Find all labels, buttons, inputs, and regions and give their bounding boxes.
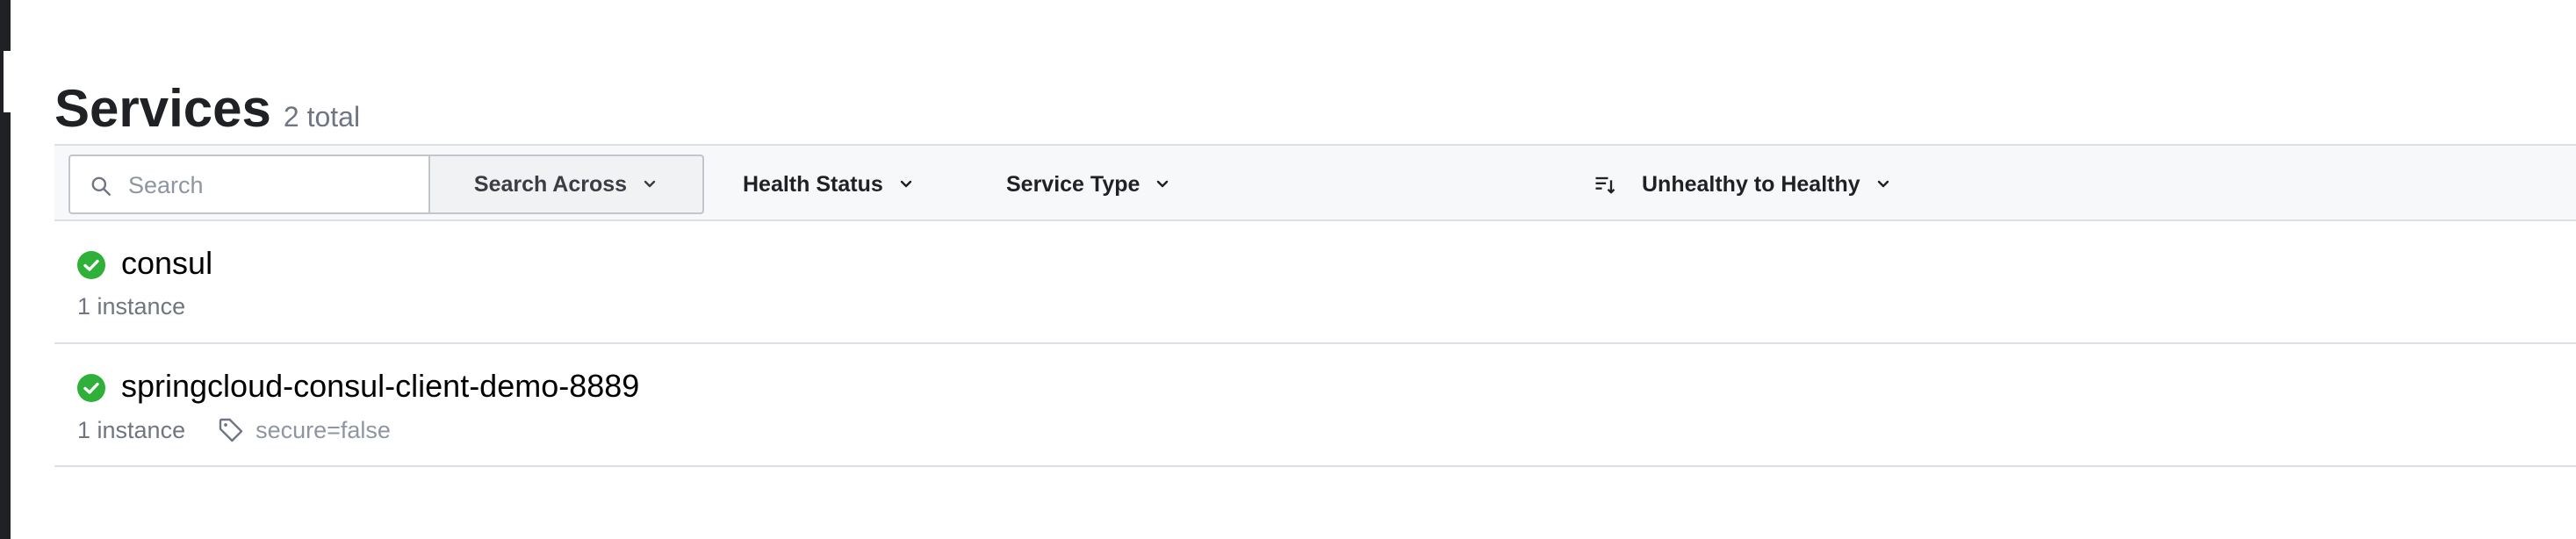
- health-status-label: Health Status: [743, 171, 883, 197]
- service-meta: 1 instance: [77, 293, 185, 320]
- service-list: consul 1 instance springcloud-consul-cli…: [54, 221, 2576, 467]
- chevron-down-icon: [1877, 180, 1889, 188]
- instance-count: 1 instance: [77, 293, 186, 320]
- page-title: Services: [54, 79, 271, 138]
- instance-count: 1 instance: [77, 416, 186, 443]
- tag-label: secure=false: [255, 416, 391, 443]
- service-row[interactable]: springcloud-consul-client-demo-8889 1 in…: [54, 344, 2576, 467]
- search-icon: [91, 176, 111, 196]
- service-type-label: Service Type: [1006, 171, 1140, 197]
- check-circle-icon: [77, 251, 105, 279]
- sort-icon: [1595, 176, 1615, 194]
- service-meta: 1 instance secure=false: [77, 416, 391, 444]
- rail-notch: [4, 51, 11, 112]
- search-input[interactable]: [126, 156, 420, 214]
- service-tag: secure=false: [217, 416, 391, 444]
- tag-icon: [219, 418, 243, 442]
- search-box: [68, 155, 428, 214]
- search-across-dropdown[interactable]: Search Across: [428, 155, 704, 214]
- sort-label: Unhealthy to Healthy: [1642, 171, 1860, 197]
- chevron-down-icon: [1157, 180, 1169, 188]
- total-count: 2 total: [283, 101, 361, 133]
- chevron-down-icon: [900, 180, 911, 188]
- check-circle-icon: [77, 374, 105, 402]
- search-across-label: Search Across: [473, 171, 628, 197]
- service-name-link[interactable]: consul: [121, 242, 212, 284]
- filter-bar: Search Across Health Status Service Type…: [54, 144, 2576, 221]
- health-status-dropdown[interactable]: Health Status: [743, 155, 915, 214]
- sort-dropdown[interactable]: Unhealthy to Healthy: [1593, 155, 1892, 214]
- chevron-down-icon: [644, 180, 656, 188]
- service-name-link[interactable]: springcloud-consul-client-demo-8889: [121, 365, 639, 407]
- page-header: Services 2 total: [54, 77, 360, 140]
- service-row[interactable]: consul 1 instance: [54, 221, 2576, 344]
- service-type-dropdown[interactable]: Service Type: [1006, 155, 1171, 214]
